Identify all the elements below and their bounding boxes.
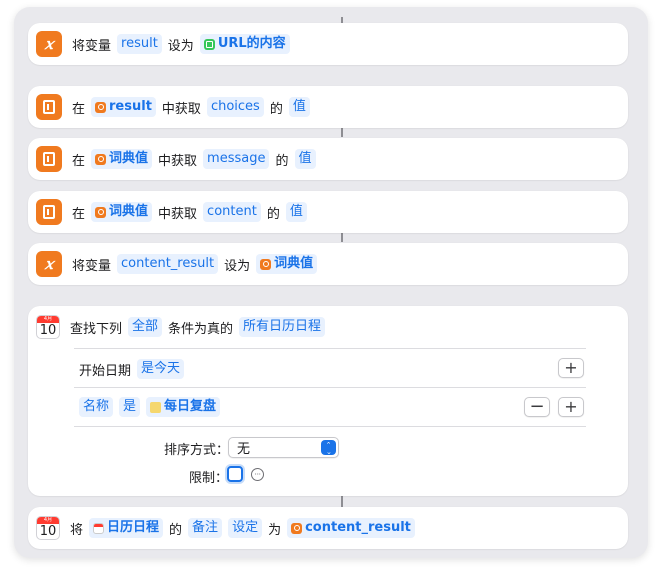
value-token[interactable]: 值 [294, 149, 316, 169]
filter-field-label: 开始日期 [79, 363, 132, 379]
filter-operator-token[interactable]: 是 [119, 397, 141, 417]
get-dictionary-value-action-content[interactable]: 在 词典值 中获取 content 的 值 [28, 191, 628, 233]
filter-value-label: 每日复盘 [164, 399, 217, 414]
action-text: 条件为真的 [168, 321, 234, 337]
magic-variable-label: 日历日程 [107, 520, 160, 535]
variable-mini-icon [291, 522, 303, 534]
magic-variable-token[interactable]: 日历日程 [89, 518, 164, 538]
url-contents-icon [203, 38, 215, 50]
connector-line [341, 495, 343, 507]
magic-variable-token[interactable]: result [91, 97, 156, 117]
target-token[interactable]: 所有日历日程 [239, 317, 326, 337]
dictionary-icon [36, 94, 62, 120]
magic-variable-label: 词典值 [274, 256, 314, 271]
action-text: 的 [266, 206, 280, 222]
key-token[interactable]: message [203, 149, 270, 169]
operation-token[interactable]: 设定 [228, 518, 263, 538]
get-dictionary-value-action-choices[interactable]: 在 result 中获取 choices 的 值 [28, 86, 628, 128]
calendar-icon-month: 4月 [37, 316, 59, 323]
action-text: 设为 [224, 258, 251, 274]
action-text: 将变量 [72, 38, 112, 54]
x-variable-icon: 𝑥 [36, 31, 62, 57]
set-variable-action-result[interactable]: 𝑥 将变量 result 设为 URL的内容 [28, 23, 628, 65]
action-text: 的 [169, 522, 183, 538]
set-variable-action-content-result[interactable]: 𝑥 将变量 content_result 设为 词典值 [28, 243, 628, 285]
action-text: 将 [70, 522, 84, 538]
variable-token[interactable]: content_result [117, 254, 219, 274]
action-text: 的 [269, 101, 283, 117]
sort-select[interactable]: 无 ⌃ ⌃ [228, 437, 339, 458]
add-filter-button[interactable]: + [558, 397, 584, 417]
action-text: 为 [268, 522, 282, 538]
set-event-notes-action[interactable]: 4月 10 将 日历日程 的 备注 设定 为 content_result [28, 507, 628, 549]
filter-row-start-date: 开始日期 是今天 [28, 356, 628, 382]
ellipsis-circle-icon[interactable]: ··· [251, 468, 264, 481]
find-calendar-events-action[interactable]: 4月 10 查找下列 全部 条件为真的 所有日历日程 开始日期 是今天 + 名称… [28, 306, 628, 496]
divider [74, 387, 586, 388]
chevron-up-down-icon: ⌃ ⌃ [321, 440, 336, 455]
scope-token[interactable]: 全部 [128, 317, 163, 337]
divider [74, 426, 586, 427]
action-text: 中获取 [158, 153, 198, 169]
action-text: 中获取 [158, 206, 198, 222]
calendar-icon-month: 4月 [37, 517, 59, 524]
filter-value-token[interactable]: 每日复盘 [146, 397, 221, 417]
connector-line [341, 232, 343, 242]
magic-variable-label: content_result [305, 520, 411, 535]
connector-line [341, 127, 343, 137]
magic-variable-token[interactable]: 词典值 [91, 202, 153, 222]
key-token[interactable]: choices [206, 97, 264, 117]
limit-checkbox[interactable] [227, 466, 243, 482]
action-text: 设为 [167, 38, 194, 54]
dictionary-mini-icon [95, 101, 107, 113]
limit-label: 限制： [189, 471, 229, 486]
action-text: 在 [72, 101, 86, 117]
dictionary-mini-icon [95, 206, 107, 218]
calendar-icon-day: 10 [39, 323, 57, 338]
filter-operator-token[interactable]: 是今天 [137, 359, 185, 379]
sort-select-value: 无 [237, 442, 251, 457]
dictionary-icon [36, 146, 62, 172]
filter-field-token[interactable]: 名称 [79, 397, 114, 417]
value-token[interactable]: 值 [288, 97, 310, 117]
calendar-icon: 4月 10 [36, 315, 60, 339]
magic-variable-token[interactable]: 词典值 [256, 254, 318, 274]
calendar-icon: 4月 10 [36, 516, 60, 540]
variable-token[interactable]: result [117, 34, 162, 54]
magic-variable-label: 词典值 [109, 204, 149, 219]
memo-icon [150, 401, 162, 413]
action-text: 中获取 [161, 101, 201, 117]
calendar-icon-day: 10 [39, 524, 57, 539]
sort-label: 排序方式： [164, 443, 230, 458]
action-text: 在 [72, 153, 86, 169]
dictionary-icon [36, 199, 62, 225]
magic-variable-label: 词典值 [109, 151, 149, 166]
divider [74, 348, 586, 349]
calendar-mini-icon [93, 522, 105, 534]
action-text: 的 [275, 153, 289, 169]
action-text: 将变量 [72, 258, 112, 274]
add-filter-button[interactable]: + [558, 358, 584, 378]
action-text: 查找下列 [70, 321, 123, 337]
field-token[interactable]: 备注 [188, 518, 223, 538]
get-dictionary-value-action-message[interactable]: 在 词典值 中获取 message 的 值 [28, 138, 628, 180]
magic-variable-label: result [109, 99, 152, 114]
dictionary-mini-icon [260, 258, 272, 270]
magic-variable-token[interactable]: content_result [287, 518, 415, 538]
x-variable-icon: 𝑥 [36, 251, 62, 277]
magic-variable-token[interactable]: 词典值 [91, 149, 153, 169]
magic-variable-label: URL的内容 [217, 36, 286, 51]
value-token[interactable]: 值 [285, 202, 307, 222]
remove-filter-button[interactable]: − [524, 397, 550, 417]
key-token[interactable]: content [203, 202, 261, 222]
action-text: 在 [72, 206, 86, 222]
magic-variable-token[interactable]: URL的内容 [199, 34, 290, 54]
dictionary-mini-icon [95, 153, 107, 165]
